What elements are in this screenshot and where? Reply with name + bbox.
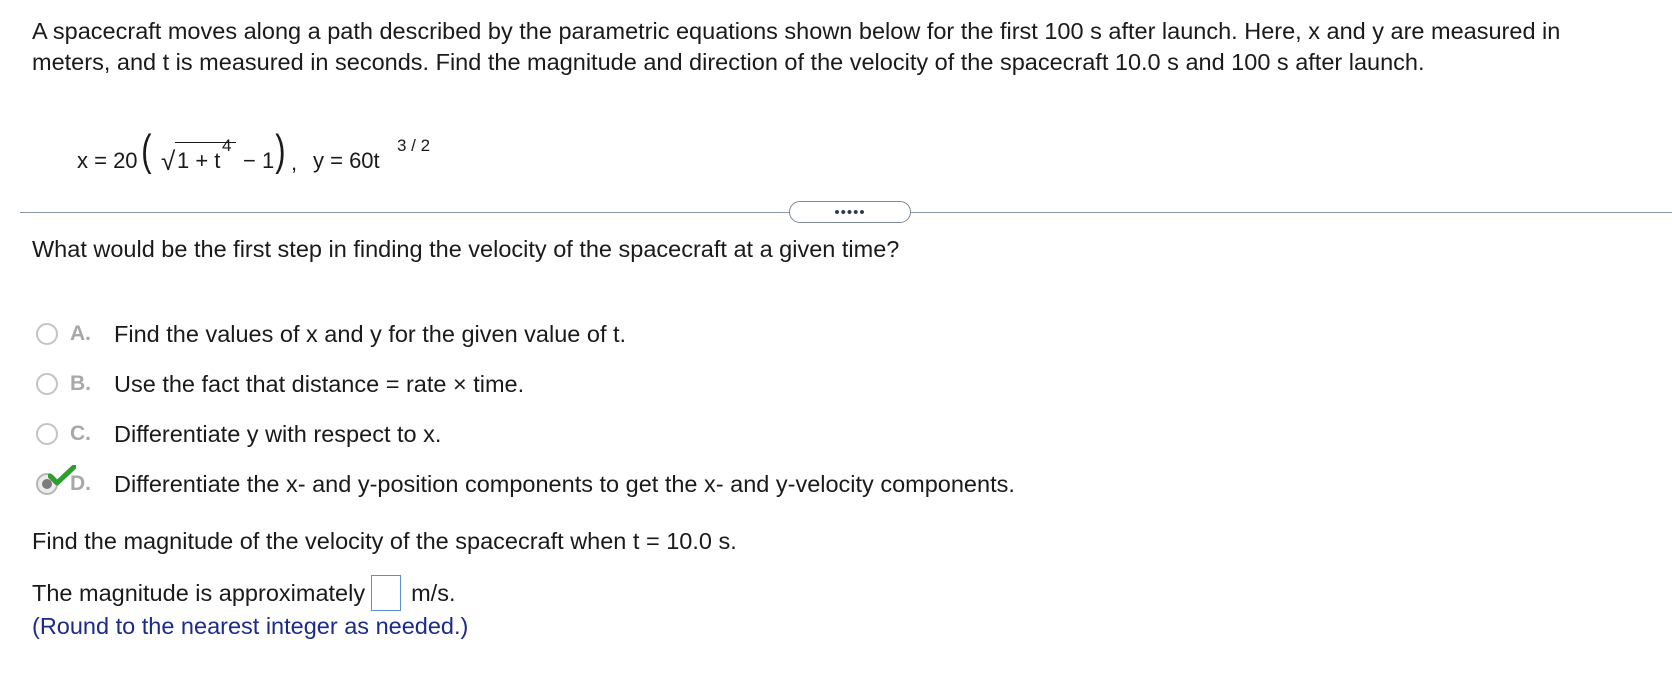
minus-one: − 1 (243, 148, 275, 173)
option-text: Use the fact that distance = rate × time… (114, 370, 525, 397)
answer-options: A. Find the values of x and y for the gi… (32, 309, 1015, 509)
option-text: Differentiate y with respect to x. (114, 420, 442, 447)
expand-button[interactable]: ••••• (789, 201, 911, 223)
radio-button[interactable] (36, 323, 58, 345)
answer-unit: m/s. (411, 579, 456, 606)
answer-prefix: The magnitude is approximately (32, 579, 366, 606)
problem-statement: A spacecraft moves along a path describe… (32, 18, 1561, 75)
question-text: What would be the first step in finding … (32, 236, 900, 262)
option-letter: A. (70, 322, 91, 345)
option-text: Differentiate the x- and y-position comp… (114, 470, 1015, 497)
close-paren: ) (275, 126, 286, 175)
option-d[interactable]: D. Differentiate the x- and y-position c… (32, 459, 1015, 509)
radio-button[interactable] (36, 423, 58, 445)
checkmark-icon (48, 465, 76, 486)
y-equation-lhs: y = 60t (313, 148, 380, 173)
option-text: Find the values of x and y for the given… (114, 320, 627, 347)
magnitude-answer-input[interactable] (371, 575, 402, 611)
option-letter: B. (70, 372, 91, 395)
equation-comma: , (291, 150, 298, 175)
radicand: 1 + t (177, 148, 221, 173)
option-letter: D. (70, 472, 91, 495)
option-b[interactable]: B. Use the fact that distance = rate × t… (32, 359, 1015, 409)
y-exponent: 3 / 2 (397, 136, 431, 155)
sqrt-icon: √ (161, 146, 176, 176)
option-a[interactable]: A. Find the values of x and y for the gi… (32, 309, 1015, 359)
radicand-exponent: 4 (222, 136, 232, 155)
option-c[interactable]: C. Differentiate y with respect to x. (32, 409, 1015, 459)
rounding-hint: (Round to the nearest integer as needed.… (32, 613, 469, 639)
answer-line: The magnitude is approximately m/s. (32, 575, 455, 611)
part2-prompt: Find the magnitude of the velocity of th… (32, 528, 737, 554)
x-equation-lhs: x = 20 (77, 148, 138, 173)
radio-button[interactable] (36, 373, 58, 395)
open-paren: ( (141, 126, 152, 175)
option-letter: C. (70, 422, 91, 445)
